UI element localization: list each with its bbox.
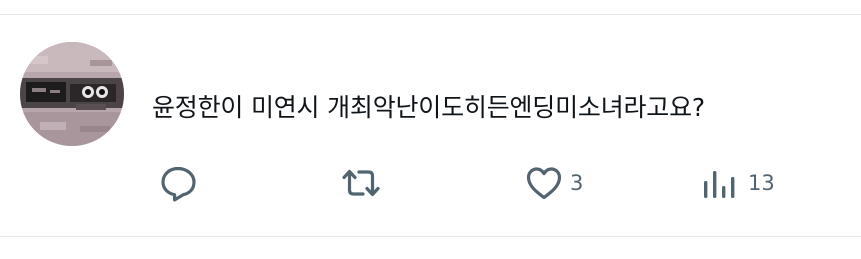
reply-button[interactable] (156, 161, 204, 205)
tweet-text: 윤정한이 미연시 개최악난이도히든엔딩미소녀라고요? (152, 93, 705, 122)
views-icon (700, 161, 744, 205)
views-button[interactable]: 13 (700, 161, 775, 205)
heart-icon (522, 161, 566, 205)
bottom-divider (0, 236, 861, 237)
avatar[interactable] (20, 42, 124, 146)
avatar-image (20, 42, 124, 146)
tweet-actions: 3 13 (0, 161, 861, 205)
reply-icon (156, 161, 200, 205)
views-count: 13 (748, 171, 775, 195)
retweet-button[interactable] (337, 161, 389, 205)
like-button[interactable]: 3 (522, 161, 583, 205)
like-count: 3 (570, 171, 584, 195)
retweet-icon (337, 161, 385, 205)
tweet[interactable]: 윤정한이 미연시 개최악난이도히든엔딩미소녀라고요? 3 13 (0, 15, 861, 236)
